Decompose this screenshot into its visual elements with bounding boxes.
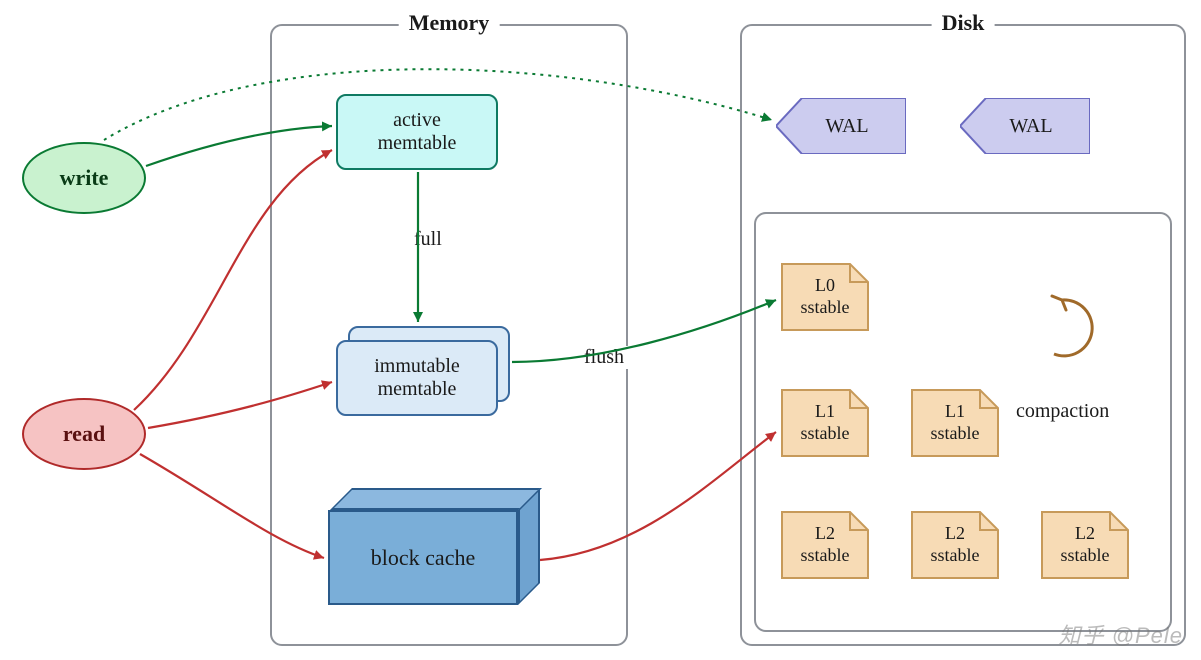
sstable-l2a: L2 sstable — [780, 510, 870, 580]
write-node: write — [22, 142, 146, 214]
immutable-memtable-label: immutable memtable — [374, 355, 460, 401]
compaction-label: compaction — [1016, 400, 1109, 423]
edge-label-full: full — [410, 228, 446, 251]
sstable-l0-label: L0 sstable — [780, 262, 870, 332]
sstable-l1b: L1 sstable — [910, 388, 1000, 458]
disk-panel-title: Disk — [932, 10, 995, 36]
sstable-l2a-label: L2 sstable — [780, 510, 870, 580]
sstable-l2b-label: L2 sstable — [910, 510, 1000, 580]
wal-1: WAL — [776, 98, 906, 154]
wal-2: WAL — [960, 98, 1090, 154]
immutable-memtable: immutable memtable — [336, 340, 498, 416]
sstable-l2c-label: L2 sstable — [1040, 510, 1130, 580]
active-memtable: active memtable — [336, 94, 498, 170]
sstable-l2b: L2 sstable — [910, 510, 1000, 580]
read-node: read — [22, 398, 146, 470]
sstable-l2c: L2 sstable — [1040, 510, 1130, 580]
edge-label-flush: flush — [580, 346, 628, 369]
wal-1-label: WAL — [776, 98, 906, 154]
watermark: 知乎 @Pele — [1059, 618, 1183, 650]
read-label: read — [63, 421, 105, 447]
sstable-l1a-label: L1 sstable — [780, 388, 870, 458]
write-label: write — [60, 165, 109, 191]
wal-2-label: WAL — [960, 98, 1090, 154]
sstable-l1b-label: L1 sstable — [910, 388, 1000, 458]
sstable-l0: L0 sstable — [780, 262, 870, 332]
memory-panel-title: Memory — [399, 10, 500, 36]
block-cache-label: block cache — [371, 545, 475, 571]
sstable-l1a: L1 sstable — [780, 388, 870, 458]
active-memtable-label: active memtable — [378, 109, 457, 155]
